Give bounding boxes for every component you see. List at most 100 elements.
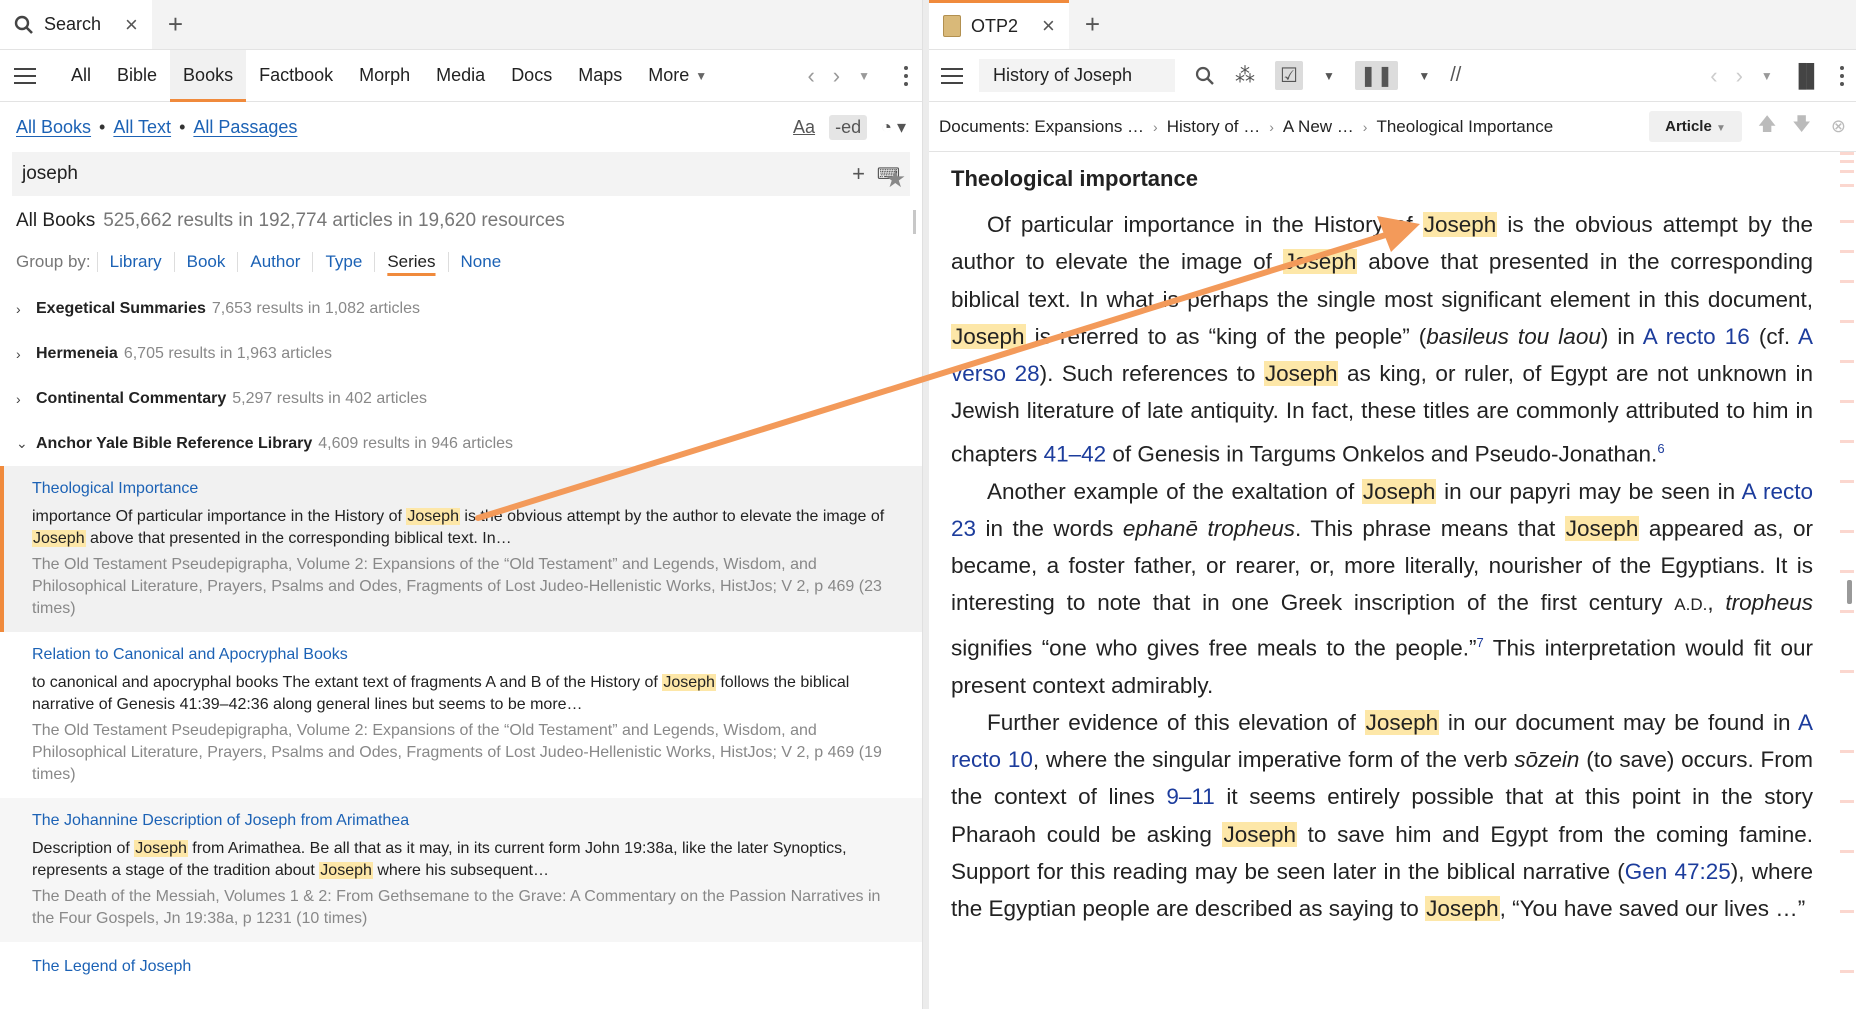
result-title[interactable]: Theological Importance <box>32 478 906 500</box>
article-dropdown[interactable]: Article ▼ <box>1649 111 1742 142</box>
search-input[interactable]: joseph <box>22 163 840 185</box>
search-hit: Joseph <box>1364 709 1440 735</box>
left-tabstrip: Search × + <box>0 0 923 50</box>
tab-otp2[interactable]: OTP2 × <box>929 0 1069 49</box>
group-exegetical-summaries[interactable]: › Exegetical Summaries 7,653 results in … <box>0 286 922 331</box>
nav-tab-morph[interactable]: Morph <box>346 50 423 102</box>
right-tabstrip: OTP2 × + <box>929 0 1856 50</box>
result-item[interactable]: Relation to Canonical and Apocryphal Boo… <box>0 632 922 798</box>
nav-tab-bible[interactable]: Bible <box>104 50 170 102</box>
scope-all-books[interactable]: All Books <box>16 117 91 138</box>
nav-tab-factbook[interactable]: Factbook <box>246 50 346 102</box>
scrollbar-thumb[interactable] <box>1847 580 1852 604</box>
back-arrow-icon[interactable]: ‹ <box>807 63 814 89</box>
text: tropheus <box>1725 590 1813 616</box>
result-item[interactable]: Theological Importance importance Of par… <box>0 466 923 632</box>
forward-arrow-icon[interactable]: › <box>1736 63 1743 89</box>
chevron-right-icon: › <box>16 345 21 362</box>
parallel-resources-icon[interactable]: // <box>1450 64 1461 87</box>
group-by-type[interactable]: Type <box>312 252 374 272</box>
add-icon[interactable]: + <box>852 161 865 187</box>
nav-tab-media[interactable]: Media <box>423 50 498 102</box>
group-by-series[interactable]: Series <box>374 252 447 272</box>
result-title[interactable]: Relation to Canonical and Apocryphal Boo… <box>32 644 906 666</box>
search-icon[interactable] <box>1195 66 1215 86</box>
nav-tab-more[interactable]: More ▼ <box>635 50 720 102</box>
search-hit: Joseph <box>1282 249 1358 275</box>
reference-link[interactable]: 41–42 <box>1044 441 1107 466</box>
menu-icon[interactable] <box>941 67 963 84</box>
results-summary: All Books 525,662 results in 192,774 arti… <box>0 196 922 232</box>
reference-link[interactable]: 9–11 <box>1166 784 1214 809</box>
close-tab-icon[interactable]: × <box>125 12 138 38</box>
history-dropdown-icon[interactable]: ▼ <box>1761 69 1773 83</box>
parallel-columns-icon[interactable]: ❚❚ <box>1354 61 1399 90</box>
check-icon[interactable]: ☑ <box>1275 61 1303 90</box>
hit-minimap[interactable] <box>1836 150 1856 1009</box>
menu-icon[interactable] <box>14 67 36 84</box>
text: in our papyri may be seen in <box>1436 478 1742 504</box>
nav-tab-docs[interactable]: Docs <box>498 50 565 102</box>
group-count: 6,705 results in 1,963 articles <box>123 344 332 362</box>
arrow-up-icon[interactable]: 🡅 <box>1758 112 1777 142</box>
search-hit: Joseph <box>1564 515 1640 541</box>
close-circle-icon[interactable]: ⊗ <box>1831 116 1846 137</box>
kebab-menu-icon[interactable] <box>1840 65 1844 86</box>
result-title[interactable]: The Johannine Description of Joseph from… <box>32 810 906 832</box>
scope-all-passages[interactable]: All Passages <box>193 117 297 138</box>
scope-all-text[interactable]: All Text <box>113 117 171 138</box>
search-hit: Joseph <box>1422 212 1498 237</box>
close-tab-icon[interactable]: × <box>1042 13 1055 39</box>
group-continental-commentary[interactable]: › Continental Commentary 5,297 results i… <box>0 376 922 421</box>
result-item[interactable]: The Legend of Joseph <box>0 942 922 996</box>
nav-tab-books[interactable]: Books <box>170 49 247 102</box>
match-case-button[interactable]: Aa <box>793 117 815 138</box>
result-title[interactable]: The Legend of Joseph <box>32 956 906 978</box>
nav-tab-maps[interactable]: Maps <box>565 50 635 102</box>
article-nav: 🡅 🡇 <box>1758 112 1811 142</box>
snippet-text: importance Of particular importance in t… <box>32 508 407 525</box>
group-by-none[interactable]: None <box>447 252 514 272</box>
search-hit: Joseph <box>406 508 460 525</box>
nav-tab-all[interactable]: All <box>58 50 104 102</box>
add-tab-button[interactable]: + <box>1069 0 1116 49</box>
book-icon <box>943 15 961 37</box>
tab-search[interactable]: Search × <box>0 0 152 49</box>
breadcrumb-item[interactable]: Theological Importance <box>1376 117 1553 137</box>
footnote-marker[interactable]: 6 <box>1657 441 1664 456</box>
chevron-down-icon[interactable]: ▼ <box>1418 69 1430 83</box>
visual-filters-icon[interactable]: ⁂ <box>1235 63 1255 88</box>
resource-reference-input[interactable]: History of Joseph <box>979 59 1175 92</box>
search-options-icon[interactable]: ◔ ▾ <box>881 117 906 138</box>
history-dropdown-icon[interactable]: ▼ <box>858 69 870 83</box>
paragraph: Further evidence of this elevation of Jo… <box>951 704 1813 928</box>
match-all-forms-button[interactable]: -ed <box>829 114 868 140</box>
reference-link[interactable]: Gen 47:25 <box>1625 859 1731 884</box>
scrollbar[interactable] <box>913 210 916 234</box>
footnote-marker[interactable]: 7 <box>1477 635 1484 650</box>
search-hit: Joseph <box>951 323 1026 349</box>
back-arrow-icon[interactable]: ‹ <box>1710 63 1717 89</box>
result-snippet: Description of Joseph from Arimathea. Be… <box>32 838 906 882</box>
split-view-icon[interactable]: ▐▌ <box>1791 63 1822 89</box>
breadcrumb-item[interactable]: Documents: Expansions … <box>939 117 1144 137</box>
add-tab-button[interactable]: + <box>152 0 199 49</box>
group-anchor-yale[interactable]: ⌄ Anchor Yale Bible Reference Library 4,… <box>0 421 922 466</box>
arrow-down-icon[interactable]: 🡇 <box>1792 112 1811 142</box>
breadcrumb-item[interactable]: A New … <box>1283 117 1354 137</box>
group-by-label: Group by: <box>16 252 91 271</box>
group-hermeneia[interactable]: › Hermeneia 6,705 results in 1,963 artic… <box>0 331 922 376</box>
group-by-author[interactable]: Author <box>237 252 312 272</box>
forward-arrow-icon[interactable]: › <box>833 63 840 89</box>
chevron-down-icon[interactable]: ▼ <box>1323 69 1335 83</box>
result-item[interactable]: The Johannine Description of Joseph from… <box>0 798 923 942</box>
snippet-text: to canonical and apocryphal books The ex… <box>32 674 663 691</box>
group-by-book[interactable]: Book <box>173 252 238 272</box>
app-window: Search × + All Bible Books Factbook Morp… <box>0 0 1856 1009</box>
breadcrumb-item[interactable]: History of … <box>1167 117 1261 137</box>
reference-link[interactable]: A recto 16 <box>1643 324 1750 349</box>
group-by-library[interactable]: Library <box>96 252 174 272</box>
star-icon[interactable]: ★ <box>885 165 907 194</box>
kebab-menu-icon[interactable] <box>904 65 909 86</box>
text: signifies “one who gives free meals to t… <box>951 635 1477 661</box>
